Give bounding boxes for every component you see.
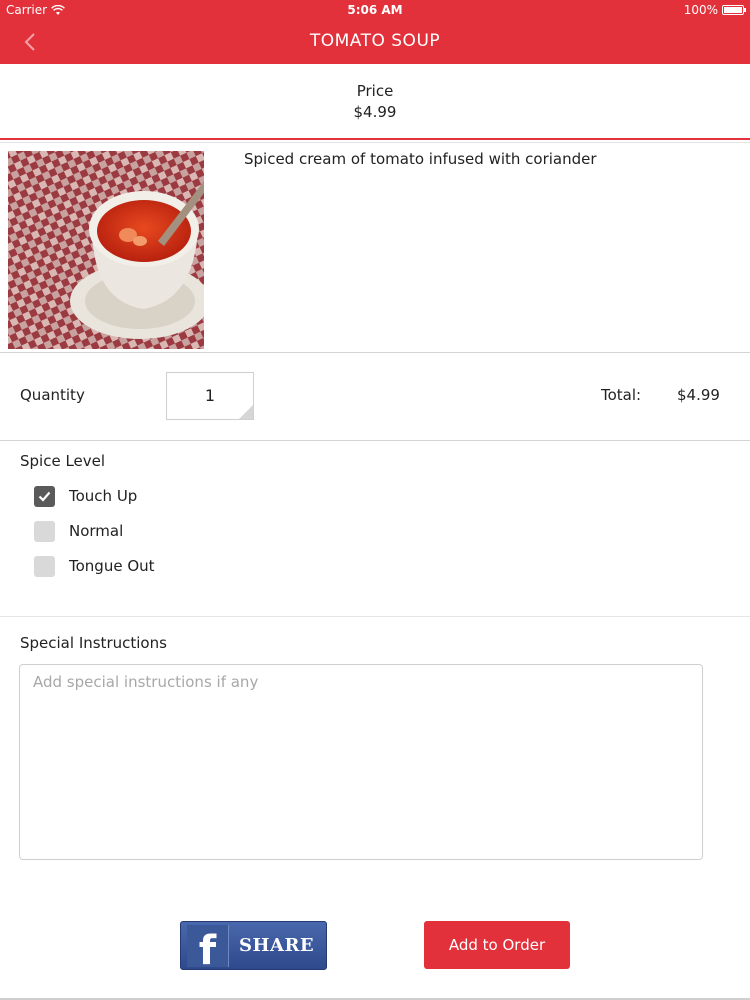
checkbox-checked[interactable] [34, 485, 55, 507]
share-label: SHARE [239, 935, 315, 956]
divider [0, 352, 750, 353]
battery-icon [722, 5, 746, 15]
checkbox-unchecked[interactable] [34, 555, 55, 577]
price-section: Price $4.99 [0, 64, 750, 140]
facebook-share-button[interactable]: f SHARE [180, 921, 327, 970]
divider [0, 616, 750, 617]
special-instructions-title: Special Instructions [20, 634, 167, 652]
spice-level-title: Spice Level [20, 452, 106, 470]
special-instructions-input[interactable] [19, 664, 703, 860]
spice-option-tongue-out[interactable]: Tongue Out [34, 555, 155, 577]
dish-image [8, 151, 204, 349]
option-label: Touch Up [69, 487, 138, 505]
tomato-soup-photo [8, 151, 204, 349]
spice-option-normal[interactable]: Normal [34, 520, 123, 542]
quantity-value: 1 [204, 386, 216, 405]
divider [0, 142, 750, 143]
navigation-bar: TOMATO SOUP [0, 22, 750, 64]
price-value: $4.99 [353, 103, 397, 121]
checkbox-unchecked[interactable] [34, 520, 55, 542]
total-label: Total: [601, 386, 642, 404]
add-to-order-button[interactable]: Add to Order [424, 921, 570, 969]
clock: 5:06 AM [347, 3, 403, 17]
total-value: $4.99 [677, 386, 720, 404]
resize-corner-icon [239, 405, 253, 419]
quantity-label: Quantity [20, 386, 85, 404]
divider [0, 440, 750, 441]
facebook-icon: f [187, 924, 229, 967]
page-title: TOMATO SOUP [309, 31, 441, 51]
price-label: Price [356, 82, 394, 100]
quantity-input[interactable]: 1 [166, 372, 254, 420]
status-bar: Carrier 5:06 AM 100% [0, 0, 750, 22]
option-label: Normal [69, 522, 124, 540]
spice-option-touch-up[interactable]: Touch Up [34, 485, 137, 507]
checkmark-icon [38, 491, 51, 502]
battery-indicator: 100% [683, 3, 746, 17]
option-label: Tongue Out [69, 557, 155, 575]
battery-percent: 100% [683, 3, 718, 17]
dish-description: Spiced cream of tomato infused with cori… [244, 150, 597, 168]
